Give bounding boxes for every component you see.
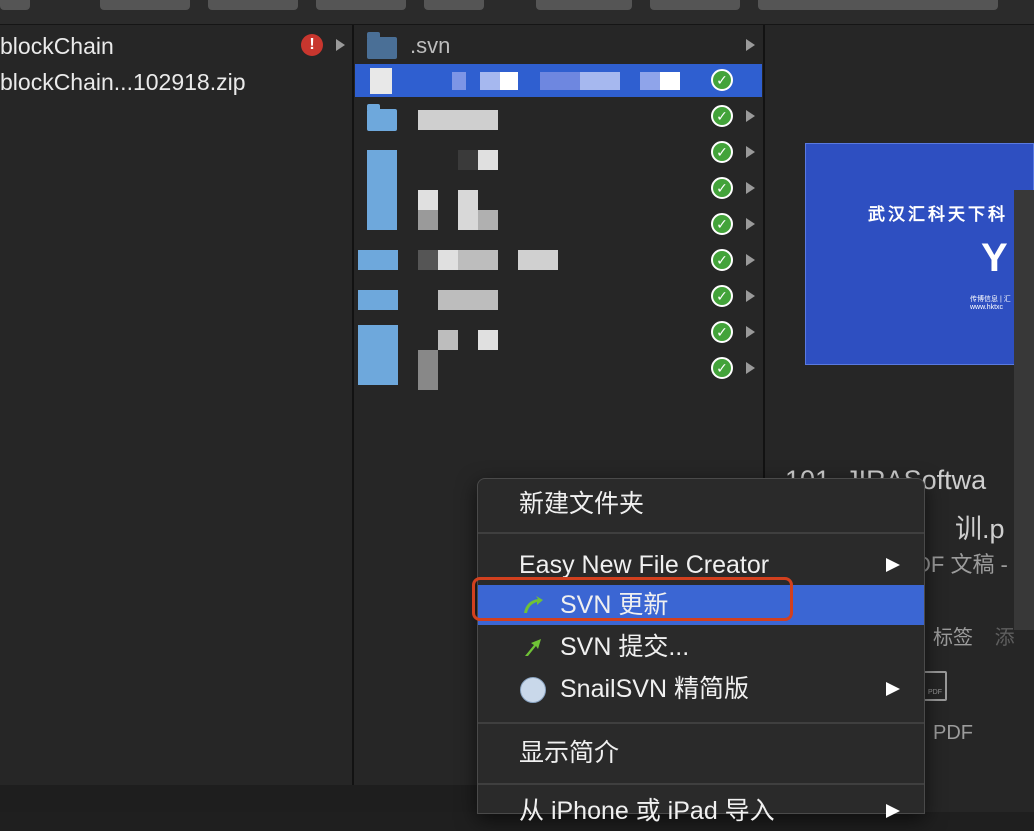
pixelated-area [580, 72, 620, 90]
pixelated-area [458, 150, 478, 170]
warning-icon: ! [301, 34, 323, 56]
preview-cover-text: 传博信息 | 汇 [970, 296, 1011, 303]
svn-checked-icon: ✓ [711, 213, 733, 235]
pixelated-area [518, 250, 558, 270]
list-item[interactable]: blockChain...102918.zip [0, 64, 246, 100]
chevron-right-icon [336, 39, 345, 51]
annotation-highlight-box [472, 577, 793, 621]
svn-checked-icon: ✓ [711, 357, 733, 379]
chevron-right-icon [746, 326, 755, 338]
chevron-right-icon [746, 110, 755, 122]
chevron-right-icon [746, 362, 755, 374]
submenu-arrow-icon [886, 558, 900, 572]
background-window-edge [1014, 190, 1034, 630]
chevron-right-icon [746, 182, 755, 194]
pixelated-area [458, 190, 478, 230]
tags-section: 标签 添 [933, 621, 1015, 650]
pixelated-area [540, 72, 580, 90]
preview-cover-url: www.hktxc [970, 304, 1004, 311]
finder-toolbar [0, 0, 1034, 25]
svn-checked-icon: ✓ [711, 141, 733, 163]
pixelated-area [358, 290, 398, 310]
svn-commit-icon [525, 639, 541, 656]
menu-item-import-from-iphone[interactable]: 从 iPhone 或 iPad 导入 [478, 791, 924, 831]
document-preview: 武汉汇科天下科 Y 传博信息 | 汇 www.hktxc [805, 143, 1034, 365]
tag-button[interactable] [424, 0, 484, 10]
svn-checked-icon: ✓ [711, 105, 733, 127]
folder-name[interactable]: .svn [410, 33, 450, 59]
chevron-right-icon [746, 146, 755, 158]
pixelated-area [480, 72, 500, 90]
chevron-right-icon [746, 39, 755, 51]
pdf-label: PDF [933, 722, 973, 744]
view-mode-button[interactable] [100, 0, 190, 10]
pixelated-area [418, 190, 438, 210]
menu-separator [478, 783, 924, 785]
action-button[interactable] [536, 0, 632, 10]
add-tag-link[interactable]: 添 [995, 627, 1015, 649]
menu-item-svn-commit[interactable]: SVN 提交... [478, 627, 924, 667]
pixelated-area [478, 150, 498, 170]
svn-checked-icon: ✓ [711, 69, 733, 91]
preview-file-kind: DF 文稿 - [915, 552, 1008, 577]
menu-item-get-info[interactable]: 显示简介 [478, 733, 924, 773]
submenu-arrow-icon [886, 682, 900, 696]
preview-cover-title: 武汉汇科天下科 [868, 205, 1008, 224]
search-field[interactable] [758, 0, 998, 10]
svn-checked-icon: ✓ [711, 177, 733, 199]
pixelated-area [367, 150, 397, 230]
pixelated-area [452, 72, 466, 90]
group-button[interactable] [208, 0, 298, 10]
folder-icon [367, 32, 397, 59]
pixelated-area [358, 250, 398, 270]
share-button[interactable] [316, 0, 406, 10]
pixelated-area [418, 110, 498, 130]
pixelated-area [478, 330, 498, 350]
pixelated-area [438, 290, 498, 310]
tags-label: 标签 [933, 627, 973, 649]
pixelated-area [418, 250, 438, 270]
menu-separator [478, 722, 924, 724]
pixelated-area [358, 325, 398, 385]
svn-checked-icon: ✓ [711, 321, 733, 343]
pixelated-area [660, 72, 680, 90]
toolbar-button[interactable] [0, 0, 30, 10]
chevron-right-icon [746, 218, 755, 230]
svn-checked-icon: ✓ [711, 249, 733, 271]
pixelated-area [500, 72, 518, 90]
pixelated-area [438, 250, 458, 270]
preview-file-name-cont: 训.p [955, 514, 1005, 544]
folder-icon [367, 104, 397, 131]
submenu-arrow-icon [886, 804, 900, 818]
pdf-file-icon: PDF [923, 671, 947, 701]
snailsvn-icon [520, 677, 546, 703]
document-icon [370, 68, 392, 94]
file-name: blockChain...102918.zip [0, 69, 246, 95]
pixelated-area [458, 250, 498, 270]
pixelated-area [478, 210, 498, 230]
pixelated-area [418, 210, 438, 230]
menu-item-snailsvn[interactable]: SnailSVN 精简版 [478, 669, 924, 709]
context-menu: 新建文件夹 Easy New File Creator SVN 更新 SVN 提… [477, 478, 925, 825]
toolbar-button[interactable] [650, 0, 740, 10]
pixelated-area [418, 350, 438, 390]
pixelated-area [438, 330, 458, 350]
menu-item-new-folder[interactable]: 新建文件夹 [478, 484, 924, 524]
menu-separator [478, 532, 924, 534]
svn-checked-icon: ✓ [711, 285, 733, 307]
folder-name: blockChain [0, 33, 114, 59]
chevron-right-icon [746, 254, 755, 266]
list-item[interactable]: blockChain [0, 28, 114, 64]
pixelated-area [640, 72, 660, 90]
chevron-right-icon [746, 290, 755, 302]
finder-column-1 [0, 25, 352, 812]
